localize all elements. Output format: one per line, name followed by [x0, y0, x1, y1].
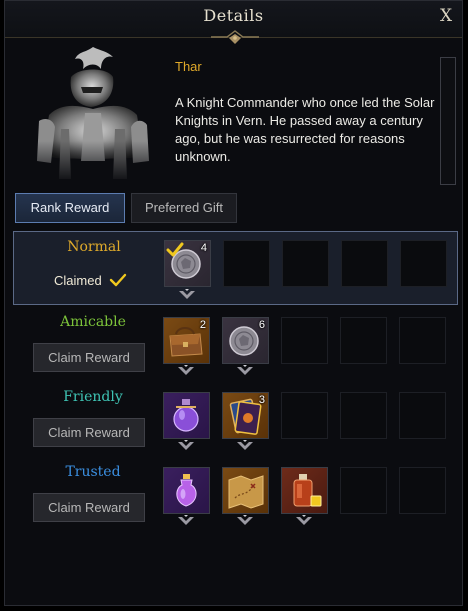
- empty-reward-slot: [340, 317, 387, 364]
- rank-name: Amicable: [60, 314, 126, 330]
- item-quantity: 4: [200, 242, 207, 254]
- npc-portrait: [31, 43, 155, 183]
- reward-slot[interactable]: [222, 467, 269, 514]
- rank-row-normal: Normal Claimed 4: [13, 231, 458, 305]
- grade-chevron-icon: [178, 365, 194, 375]
- empty-reward-slot: [340, 467, 387, 514]
- grade-chevron-icon: [237, 515, 253, 525]
- window-title: Details: [203, 6, 264, 25]
- claimed-check-icon: [166, 242, 184, 257]
- rank-name: Friendly: [63, 389, 123, 405]
- empty-reward-slot: [281, 317, 328, 364]
- rank-row-amicable: Amicable Claim Reward 2 6: [13, 307, 458, 381]
- empty-reward-slot: [282, 240, 329, 287]
- empty-reward-slot: [340, 392, 387, 439]
- reward-slot[interactable]: [281, 467, 328, 514]
- grade-chevron-icon: [178, 515, 194, 525]
- npc-name: Thar: [175, 59, 202, 74]
- grade-chevron-icon: [178, 440, 194, 450]
- claim-reward-button[interactable]: Claim Reward: [33, 418, 145, 447]
- claimed-label: Claimed: [54, 273, 102, 288]
- empty-reward-slot: [399, 317, 446, 364]
- item-quantity: 2: [199, 319, 206, 331]
- reward-slot[interactable]: 4: [164, 240, 211, 287]
- claim-reward-button[interactable]: Claim Reward: [33, 493, 145, 522]
- description-scrollbar[interactable]: [440, 57, 456, 185]
- grade-chevron-icon: [179, 289, 195, 299]
- empty-reward-slot: [281, 392, 328, 439]
- rank-name: Trusted: [65, 464, 121, 480]
- perfume-bottle-icon: [293, 474, 322, 507]
- reward-slot[interactable]: [163, 392, 210, 439]
- grade-chevron-icon: [237, 365, 253, 375]
- reward-slot[interactable]: 3: [222, 392, 269, 439]
- close-button[interactable]: X: [436, 6, 456, 26]
- details-window: Details X Thar A Knight Commander who on…: [4, 0, 463, 606]
- reward-slot[interactable]: [163, 467, 210, 514]
- reward-slot[interactable]: 2: [163, 317, 210, 364]
- empty-reward-slot: [399, 392, 446, 439]
- grade-chevron-icon: [296, 515, 312, 525]
- treasure-map-icon: [228, 475, 264, 509]
- tab-rank-reward[interactable]: Rank Reward: [15, 193, 125, 223]
- tab-preferred-gift[interactable]: Preferred Gift: [131, 193, 237, 223]
- claim-reward-button[interactable]: Claim Reward: [33, 343, 145, 372]
- claimed-status: Claimed: [54, 273, 127, 288]
- empty-reward-slot: [399, 467, 446, 514]
- rank-name: Normal: [67, 239, 121, 255]
- purple-potion-icon: [173, 399, 199, 432]
- npc-description: A Knight Commander who once led the Sola…: [175, 95, 435, 164]
- empty-reward-slot: [400, 240, 447, 287]
- title-ornament-icon: [211, 30, 259, 44]
- item-quantity: 3: [258, 394, 265, 406]
- reward-slot[interactable]: 6: [222, 317, 269, 364]
- rank-row-trusted: Trusted Claim Reward: [13, 457, 458, 531]
- rank-row-friendly: Friendly Claim Reward 3: [13, 382, 458, 456]
- empty-reward-slot: [223, 240, 270, 287]
- item-quantity: 6: [258, 319, 265, 331]
- grade-chevron-icon: [237, 440, 253, 450]
- potion-bottle-icon: [176, 474, 197, 507]
- empty-reward-slot: [341, 240, 388, 287]
- checkmark-icon: [110, 273, 127, 287]
